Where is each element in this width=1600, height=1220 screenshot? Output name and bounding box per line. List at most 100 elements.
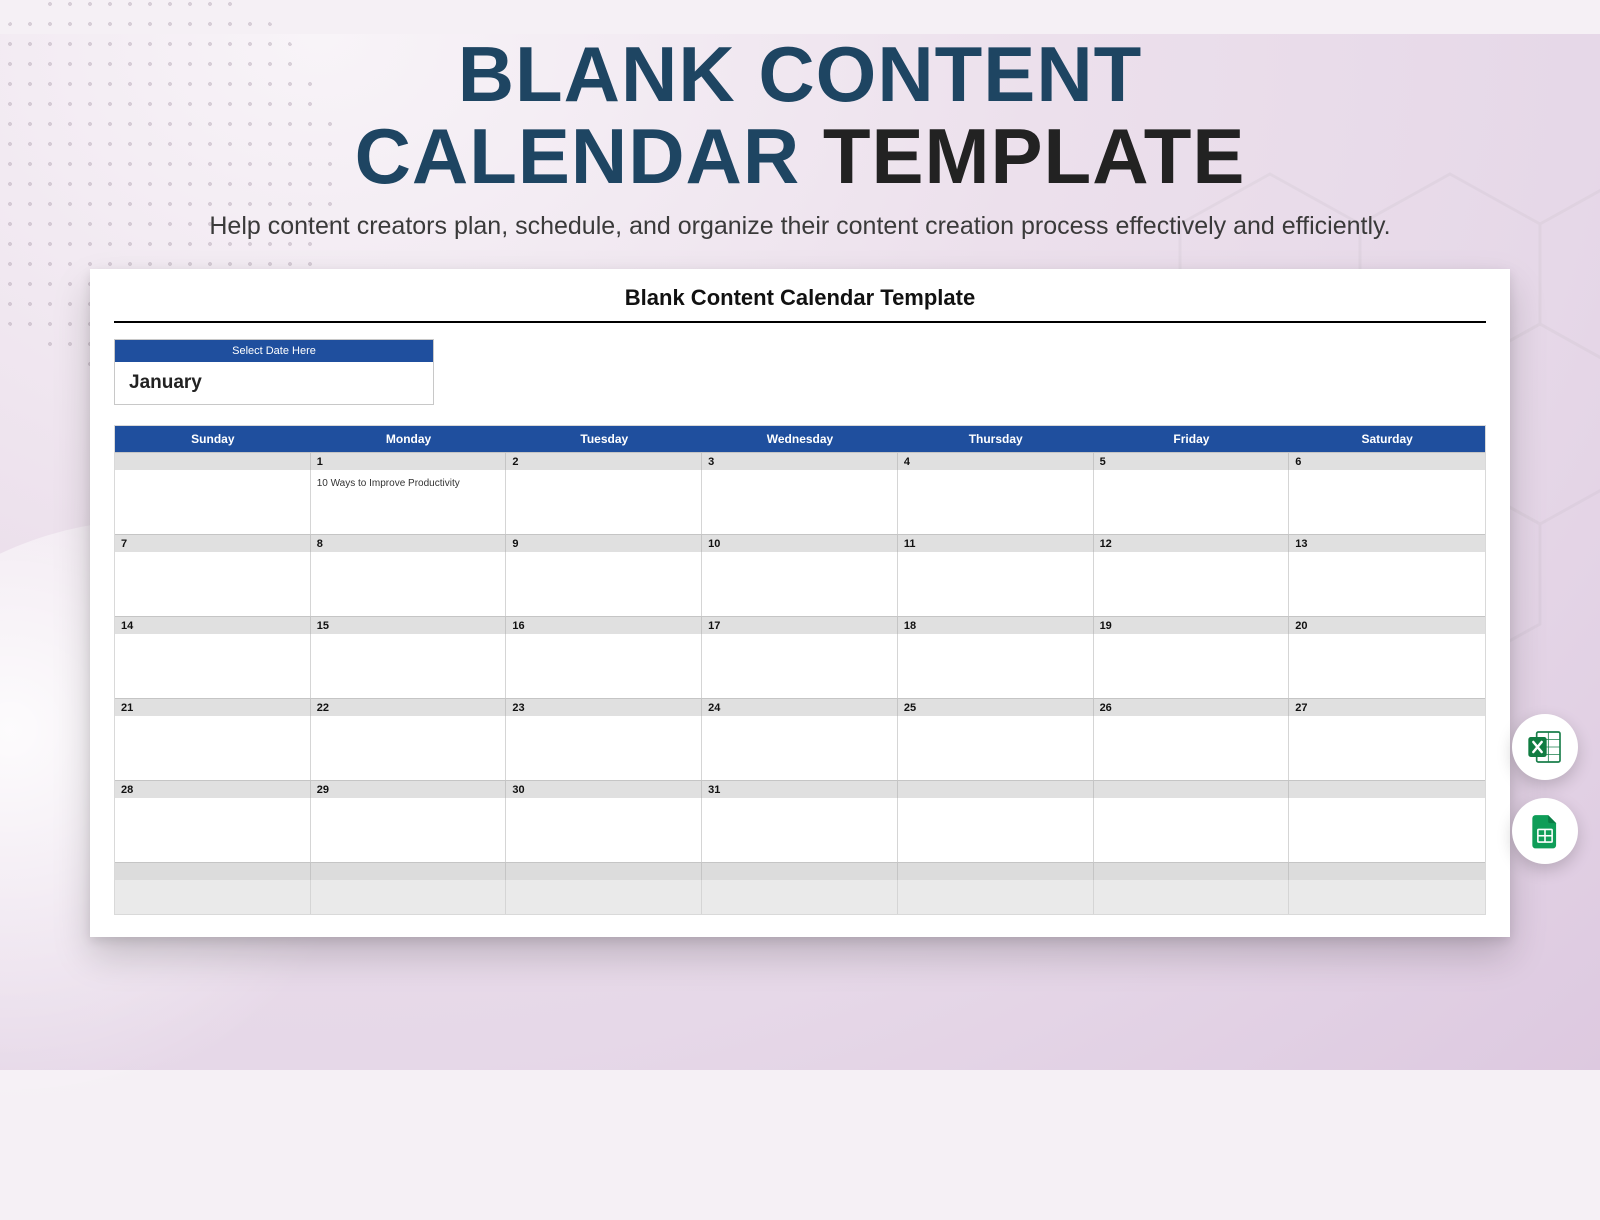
format-icons — [1512, 714, 1578, 864]
calendar-cell[interactable] — [898, 552, 1094, 616]
calendar-cell[interactable] — [1289, 634, 1485, 698]
date-cell — [1094, 862, 1290, 880]
calendar-cell[interactable] — [115, 470, 311, 534]
calendar-cell[interactable] — [1094, 880, 1290, 914]
date-cell: 17 — [702, 616, 898, 634]
date-cell: 26 — [1094, 698, 1290, 716]
calendar-cell[interactable] — [506, 716, 702, 780]
date-cell — [115, 862, 311, 880]
day-header: Tuesday — [506, 426, 702, 452]
calendar-cell[interactable] — [1094, 470, 1290, 534]
date-cell — [311, 862, 507, 880]
week-date-row: 21 22 23 24 25 26 27 — [115, 698, 1485, 716]
week-body-row: 10 Ways to Improve Productivity — [115, 470, 1485, 534]
date-cell: 8 — [311, 534, 507, 552]
date-cell: 19 — [1094, 616, 1290, 634]
week-date-row: 7 8 9 10 11 12 13 — [115, 534, 1485, 552]
date-cell — [1289, 780, 1485, 798]
calendar-cell[interactable] — [702, 716, 898, 780]
calendar-cell[interactable] — [702, 552, 898, 616]
day-header: Thursday — [898, 426, 1094, 452]
date-cell: 30 — [506, 780, 702, 798]
date-cell: 3 — [702, 452, 898, 470]
calendar-cell[interactable] — [311, 552, 507, 616]
title-line-1: BLANK CONTENT — [458, 30, 1143, 118]
calendar-header-row: Sunday Monday Tuesday Wednesday Thursday… — [115, 426, 1485, 452]
title-block: BLANK CONTENT CALENDAR TEMPLATE Help con… — [0, 34, 1600, 241]
calendar-cell[interactable] — [311, 798, 507, 862]
calendar-cell[interactable] — [115, 634, 311, 698]
calendar-cell[interactable] — [506, 552, 702, 616]
calendar-grid: Sunday Monday Tuesday Wednesday Thursday… — [114, 425, 1486, 915]
calendar-cell[interactable] — [898, 634, 1094, 698]
calendar-cell[interactable] — [115, 798, 311, 862]
date-cell: 10 — [702, 534, 898, 552]
calendar-cell[interactable] — [506, 798, 702, 862]
date-cell: 31 — [702, 780, 898, 798]
calendar-cell[interactable] — [311, 716, 507, 780]
calendar-cell[interactable] — [506, 634, 702, 698]
calendar-cell[interactable] — [1289, 798, 1485, 862]
calendar-cell[interactable] — [898, 470, 1094, 534]
calendar-cell[interactable] — [898, 716, 1094, 780]
date-cell: 23 — [506, 698, 702, 716]
calendar-cell[interactable] — [115, 880, 311, 914]
calendar-cell[interactable] — [702, 880, 898, 914]
calendar-cell[interactable] — [1094, 552, 1290, 616]
template-preview-card: Blank Content Calendar Template Select D… — [90, 269, 1510, 937]
card-title: Blank Content Calendar Template — [114, 285, 1486, 323]
day-header: Friday — [1094, 426, 1290, 452]
date-cell: 24 — [702, 698, 898, 716]
calendar-cell[interactable]: 10 Ways to Improve Productivity — [311, 470, 507, 534]
date-select-box[interactable]: Select Date Here January — [114, 339, 434, 405]
calendar-cell[interactable] — [1289, 552, 1485, 616]
calendar-cell[interactable] — [115, 716, 311, 780]
week-body-row — [115, 798, 1485, 862]
week-date-row: 1 2 3 4 5 6 — [115, 452, 1485, 470]
google-sheets-icon[interactable] — [1512, 798, 1578, 864]
calendar-cell[interactable] — [1094, 634, 1290, 698]
calendar-cell[interactable] — [506, 470, 702, 534]
calendar-cell[interactable] — [702, 634, 898, 698]
week-body-row — [115, 880, 1485, 914]
calendar-cell[interactable] — [1094, 716, 1290, 780]
date-cell: 2 — [506, 452, 702, 470]
date-cell: 9 — [506, 534, 702, 552]
calendar-cell[interactable] — [1289, 470, 1485, 534]
calendar-cell[interactable] — [1289, 880, 1485, 914]
calendar-cell[interactable] — [898, 798, 1094, 862]
date-cell: 6 — [1289, 452, 1485, 470]
date-cell — [1094, 780, 1290, 798]
calendar-cell[interactable] — [702, 470, 898, 534]
calendar-cell[interactable] — [311, 634, 507, 698]
calendar-cell[interactable] — [898, 880, 1094, 914]
date-cell: 25 — [898, 698, 1094, 716]
excel-icon[interactable] — [1512, 714, 1578, 780]
date-cell — [898, 780, 1094, 798]
day-header: Sunday — [115, 426, 311, 452]
calendar-cell[interactable] — [115, 552, 311, 616]
calendar-cell[interactable] — [1094, 798, 1290, 862]
week-date-row — [115, 862, 1485, 880]
calendar-cell[interactable] — [506, 880, 702, 914]
calendar-cell[interactable] — [311, 880, 507, 914]
week-date-row: 28 29 30 31 — [115, 780, 1485, 798]
week-date-row: 14 15 16 17 18 19 20 — [115, 616, 1485, 634]
date-cell: 18 — [898, 616, 1094, 634]
subtitle: Help content creators plan, schedule, an… — [0, 212, 1600, 241]
date-select-label: Select Date Here — [115, 340, 433, 362]
date-cell: 28 — [115, 780, 311, 798]
date-cell: 14 — [115, 616, 311, 634]
calendar-cell[interactable] — [1289, 716, 1485, 780]
calendar-cell[interactable] — [702, 798, 898, 862]
date-cell: 21 — [115, 698, 311, 716]
day-header: Wednesday — [702, 426, 898, 452]
title-line-2b: TEMPLATE — [823, 112, 1246, 200]
date-cell: 20 — [1289, 616, 1485, 634]
date-cell: 27 — [1289, 698, 1485, 716]
day-header: Monday — [311, 426, 507, 452]
date-cell: 11 — [898, 534, 1094, 552]
date-cell: 22 — [311, 698, 507, 716]
date-cell — [115, 452, 311, 470]
day-header: Saturday — [1289, 426, 1485, 452]
